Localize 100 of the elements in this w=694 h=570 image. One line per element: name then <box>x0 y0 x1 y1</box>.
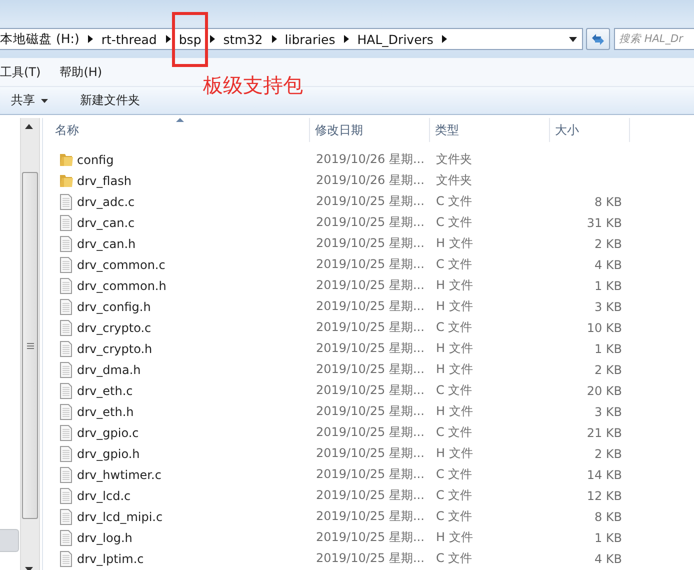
file-name[interactable]: drv_can.c <box>77 216 135 230</box>
column-header[interactable]: 大小 <box>550 118 630 142</box>
file-name[interactable]: drv_adc.c <box>77 194 135 208</box>
modified-date: 2019/10/25 星期... <box>316 257 424 271</box>
file-type: H 文件 <box>436 341 473 355</box>
modified-date: 2019/10/25 星期... <box>316 404 424 418</box>
file-icon <box>58 194 74 210</box>
scrollbar[interactable] <box>20 118 40 570</box>
file-size: 1 KB <box>594 278 622 292</box>
breadcrumb[interactable]: 本地磁盘 (H:) <box>0 30 80 48</box>
file-icon <box>58 340 74 356</box>
breadcrumb[interactable]: HAL_Drivers <box>357 32 434 46</box>
toolbar-button[interactable]: 新建文件夹 <box>73 90 147 112</box>
file-type: C 文件 <box>436 551 472 565</box>
file-name[interactable]: drv_crypto.c <box>77 320 152 334</box>
file-type: C 文件 <box>436 383 472 397</box>
breadcrumb[interactable]: bsp <box>172 12 208 66</box>
modified-date: 2019/10/25 星期... <box>316 551 424 565</box>
chevron-icon[interactable] <box>343 35 350 43</box>
breadcrumb[interactable]: libraries <box>284 32 336 46</box>
menu-item[interactable]: 帮助(H) <box>60 64 112 80</box>
modified-date: 2019/10/25 星期... <box>316 425 424 439</box>
file-icon <box>58 404 74 420</box>
file-size: 8 KB <box>594 194 622 208</box>
file-icon <box>58 382 74 398</box>
annotation-label: 板级支持包 <box>203 72 303 99</box>
file-icon <box>58 298 74 314</box>
file-size: 2 KB <box>594 362 622 376</box>
chevron-icon[interactable] <box>441 35 448 43</box>
modified-date: 2019/10/25 星期... <box>316 467 424 481</box>
file-size: 14 KB <box>586 468 622 482</box>
dropdown-arrow-icon[interactable] <box>569 36 577 42</box>
file-name[interactable]: drv_can.h <box>77 236 136 250</box>
chevron-icon[interactable] <box>87 35 94 43</box>
scroll-thumb[interactable] <box>22 172 38 519</box>
file-name[interactable]: drv_common.h <box>77 278 166 292</box>
file-name[interactable]: drv_hwtimer.c <box>77 468 162 482</box>
file-name[interactable]: drv_crypto.h <box>77 342 152 356</box>
modified-date: 2019/10/25 星期... <box>316 215 424 229</box>
file-name[interactable]: drv_eth.h <box>77 404 134 418</box>
file-size: 2 KB <box>594 446 622 460</box>
file-icon <box>58 550 74 566</box>
address-bar[interactable] <box>0 28 583 50</box>
modified-date: 2019/10/25 星期... <box>316 236 424 250</box>
file-name[interactable]: drv_lptim.c <box>77 552 144 566</box>
file-name[interactable]: drv_dma.h <box>77 362 141 376</box>
modified-date: 2019/10/25 星期... <box>316 383 424 397</box>
refresh-button[interactable] <box>586 28 610 50</box>
chevron-icon[interactable] <box>209 35 216 43</box>
scroll-up-icon[interactable] <box>25 124 33 129</box>
file-type: C 文件 <box>436 488 472 502</box>
file-type: 文件夹 <box>436 152 472 166</box>
file-size: 4 KB <box>594 552 622 566</box>
file-icon <box>58 530 74 546</box>
file-name[interactable]: drv_lcd_mipi.c <box>77 510 163 524</box>
file-name[interactable]: drv_gpio.h <box>77 446 140 460</box>
file-type: C 文件 <box>436 425 472 439</box>
file-type: 文件夹 <box>436 173 472 187</box>
menu-item[interactable]: 工具(T) <box>0 64 50 80</box>
file-name[interactable]: drv_eth.c <box>77 384 133 398</box>
file-type: C 文件 <box>436 194 472 208</box>
file-size: 3 KB <box>594 404 622 418</box>
file-size: 1 KB <box>594 342 622 356</box>
file-name[interactable]: drv_common.c <box>77 258 166 272</box>
file-icon <box>58 446 74 462</box>
file-type: C 文件 <box>436 467 472 481</box>
breadcrumb[interactable]: rt-thread <box>101 32 157 46</box>
column-header[interactable]: 名称 <box>43 118 310 142</box>
breadcrumb[interactable]: stm32 <box>223 32 263 46</box>
file-size: 31 KB <box>586 216 622 230</box>
file-type: H 文件 <box>436 404 473 418</box>
file-icon <box>58 424 74 440</box>
chevron-icon[interactable] <box>270 35 277 43</box>
column-header[interactable]: 类型 <box>430 118 550 142</box>
modified-date: 2019/10/26 星期... <box>316 152 424 166</box>
file-type: H 文件 <box>436 362 473 376</box>
file-name[interactable]: drv_config.h <box>77 300 151 314</box>
file-type: H 文件 <box>436 299 473 313</box>
file-name[interactable]: drv_gpio.c <box>77 426 139 440</box>
file-icon <box>58 466 74 482</box>
toolbar-button[interactable]: 共享 <box>4 90 55 112</box>
folder-icon <box>58 172 74 188</box>
file-name[interactable]: drv_log.h <box>77 530 132 544</box>
file-icon <box>58 278 74 294</box>
file-type: H 文件 <box>436 278 473 292</box>
search-field[interactable]: 搜索 HAL_Dr <box>614 28 694 50</box>
chevron-icon[interactable] <box>164 35 171 43</box>
file-name[interactable]: drv_flash <box>77 174 132 188</box>
file-icon <box>58 214 74 230</box>
file-name[interactable]: drv_lcd.c <box>77 488 131 502</box>
file-type: C 文件 <box>436 215 472 229</box>
file-size: 1 KB <box>594 530 622 544</box>
modified-date: 2019/10/25 星期... <box>316 320 424 334</box>
modified-date: 2019/10/25 星期... <box>316 362 424 376</box>
file-name[interactable]: config <box>77 152 114 166</box>
modified-date: 2019/10/25 星期... <box>316 488 424 502</box>
column-header[interactable]: 修改日期 <box>310 118 430 142</box>
file-icon <box>58 236 74 252</box>
file-size: 8 KB <box>594 510 622 524</box>
folder-icon <box>58 152 74 168</box>
